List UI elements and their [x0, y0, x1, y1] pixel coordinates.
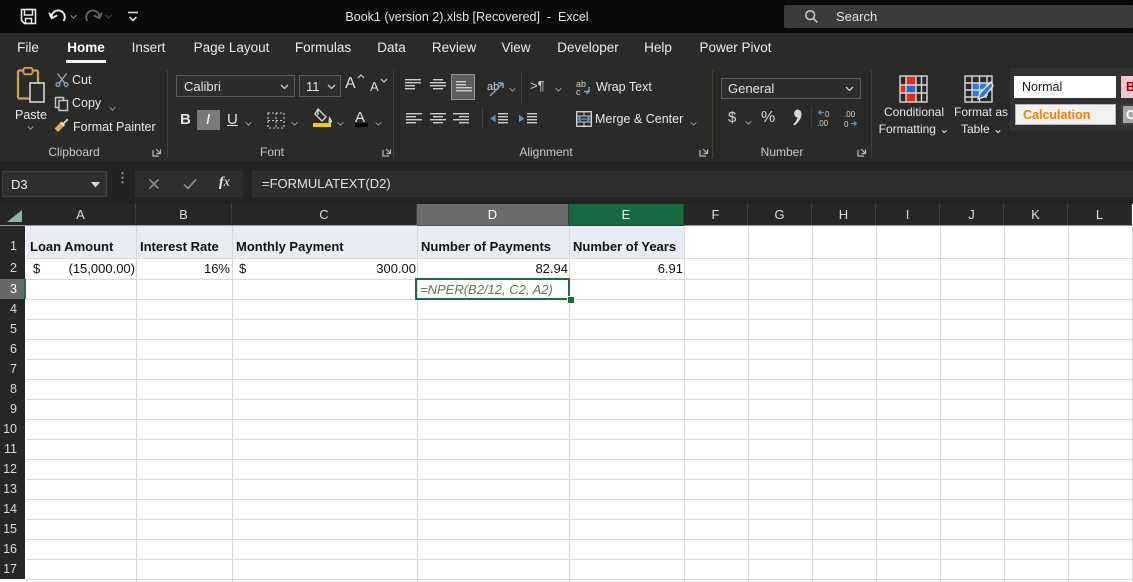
svg-text:c: c: [576, 87, 581, 95]
svg-text:0: 0: [844, 120, 849, 128]
svg-text:.00: .00: [817, 119, 829, 128]
svg-text:0: 0: [825, 110, 830, 119]
svg-text:ab: ab: [487, 81, 499, 93]
svg-text:.00: .00: [844, 110, 856, 119]
